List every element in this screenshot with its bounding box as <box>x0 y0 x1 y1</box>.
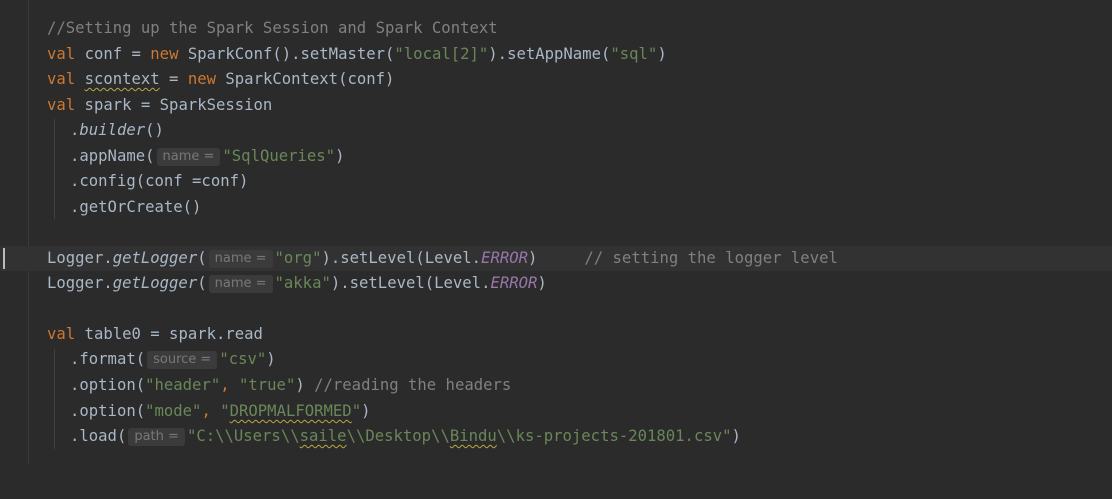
parameter-hint: name = <box>208 275 273 293</box>
code-line[interactable]: val spark = SparkSession <box>0 93 1112 118</box>
code-text: table0 = spark.read <box>75 325 263 343</box>
code-text: .appName( <box>70 147 155 165</box>
code-line[interactable]: .option("mode", "DROPMALFORMED") <box>0 399 1112 424</box>
code-text: Logger. <box>47 249 113 267</box>
code-text: ) <box>295 376 315 394</box>
identifier: conf <box>84 45 123 63</box>
code-text: .format( <box>70 350 146 368</box>
code-text: ) <box>335 147 345 165</box>
code-editor[interactable]: //Setting up the Spark Session and Spark… <box>0 0 1112 464</box>
comment: // setting the logger level <box>584 249 838 267</box>
code-text: ).setLevel(Level. <box>330 274 491 292</box>
method-name: builder <box>79 121 146 139</box>
separator: , <box>220 376 239 394</box>
code-text: ( <box>197 274 207 292</box>
code-text: .getOrCreate() <box>70 198 202 216</box>
typo-warning[interactable]: saile <box>300 427 347 445</box>
keyword: new <box>150 45 179 63</box>
keyword: val <box>47 325 76 343</box>
keyword: new <box>187 70 217 88</box>
code-text: ( <box>197 249 207 267</box>
string-literal: "mode" <box>145 402 202 420</box>
code-line[interactable]: .option("header", "true") //reading the … <box>0 373 1112 398</box>
code-text: Logger. <box>47 274 113 292</box>
code-text: ) <box>537 274 547 292</box>
keyword: val <box>47 45 76 63</box>
string-literal: "local[2]" <box>394 45 489 63</box>
parameter-hint: source = <box>147 351 218 369</box>
code-text: spark = SparkSession <box>75 96 273 114</box>
parameter-hint: name = <box>208 250 273 268</box>
code-text: ) <box>528 249 538 267</box>
operator: = <box>159 70 188 88</box>
keyword: val <box>47 96 76 114</box>
code-text: SparkConf().setMaster( <box>178 45 395 63</box>
code-text: ).setAppName( <box>488 45 611 63</box>
separator: , <box>201 402 221 420</box>
code-line[interactable]: //Setting up the Spark Session and Spark… <box>0 16 1112 41</box>
string-literal: "sql" <box>610 45 658 63</box>
string-literal: "org" <box>274 249 322 267</box>
code-text: .config(conf =conf) <box>70 172 249 190</box>
code-line[interactable]: .getOrCreate() <box>0 195 1112 220</box>
current-code-line[interactable]: Logger.getLogger(name = "org").setLevel(L… <box>0 246 1112 271</box>
string-literal: \\ks-projects-201801.csv" <box>496 427 732 445</box>
parameter-hint: path = <box>128 428 185 446</box>
keyword: val <box>47 70 76 88</box>
string-literal: "true" <box>239 376 296 394</box>
code-line[interactable]: val conf = new SparkConf().setMaster("lo… <box>0 42 1112 67</box>
code-text: ) <box>266 350 276 368</box>
constant: ERROR <box>490 274 538 292</box>
constant: ERROR <box>481 249 529 267</box>
code-line[interactable]: .format(source = "csv") <box>0 347 1112 372</box>
comment: //reading the headers <box>314 376 512 394</box>
code-text: .load( <box>70 427 127 445</box>
code-line[interactable]: val scontext = new SparkContext(conf) <box>0 67 1112 92</box>
code-text: ) <box>731 427 741 445</box>
code-text: .option( <box>70 376 146 394</box>
code-text: ) <box>657 45 667 63</box>
code-line[interactable]: Logger.getLogger(name = "akka").setLevel(… <box>0 271 1112 296</box>
code-line[interactable]: .appName(name = "SqlQueries") <box>0 144 1112 169</box>
method-name: getLogger <box>112 249 198 267</box>
code-text: .option( <box>70 402 146 420</box>
operator: = <box>122 45 151 63</box>
string-literal: "SqlQueries" <box>222 147 336 165</box>
string-literal: "csv" <box>219 350 267 368</box>
method-name: getLogger <box>112 274 198 292</box>
code-text: () <box>145 121 164 139</box>
typo-warning[interactable]: DROPMALFORMED <box>230 402 352 420</box>
identifier-warning[interactable]: scontext <box>85 70 160 88</box>
code-line[interactable]: .load(path = "C:\\Users\\saile\\Desktop\\… <box>0 424 1112 449</box>
typo-warning[interactable]: Bindu <box>450 427 497 445</box>
code-text: ).setLevel(Level. <box>321 249 482 267</box>
comment: //Setting up the Spark Session and Spark… <box>47 19 498 37</box>
code-line[interactable]: .builder() <box>0 118 1112 143</box>
code-text: . <box>70 121 80 139</box>
code-line[interactable]: val table0 = spark.read <box>0 322 1112 347</box>
string-literal: "akka" <box>274 274 331 292</box>
code-text: SparkContext(conf) <box>216 70 395 88</box>
string-literal: " <box>351 402 362 420</box>
parameter-hint: name = <box>156 148 221 166</box>
string-literal: "C:\\Users\\ <box>186 427 300 445</box>
string-literal: " <box>220 402 230 420</box>
code-line[interactable]: .config(conf =conf) <box>0 169 1112 194</box>
string-literal: \\Desktop\\ <box>346 427 450 445</box>
code-text: ) <box>361 402 371 420</box>
string-literal: "header" <box>145 376 221 394</box>
text-caret <box>3 248 5 269</box>
